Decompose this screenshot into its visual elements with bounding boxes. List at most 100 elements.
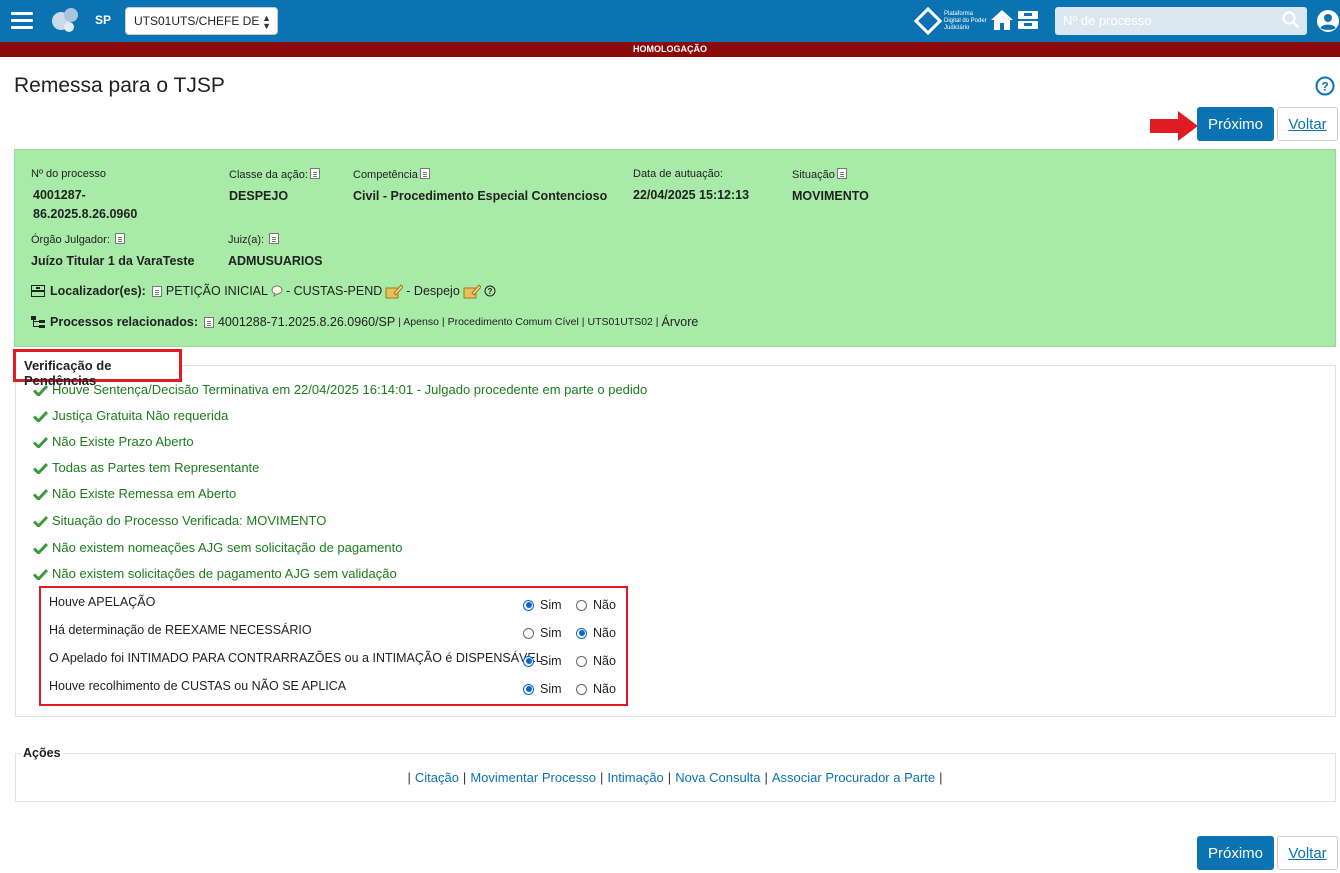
acoes-links: | Citação | Movimentar Processo | Intimação | N… xyxy=(0,770,1340,785)
check-icon xyxy=(33,384,48,396)
radio-circle[interactable] xyxy=(523,599,534,611)
pendencia-text: Todas as Partes tem Representante xyxy=(52,460,260,475)
situacao-value: MOVIMENTO xyxy=(792,189,869,203)
radio-no[interactable]: Não xyxy=(576,654,616,668)
radio-label: Não xyxy=(593,598,616,612)
field-competencia: Competência Civil - Procedimento Especia… xyxy=(353,168,607,206)
related-process-number[interactable]: 4001288-71.2025.8.26.0960/SP xyxy=(218,315,395,329)
pendencia-text: Não existem nomeações AJG sem solicitaçã… xyxy=(52,540,403,555)
separator: | xyxy=(939,770,943,785)
competencia-label: Competência xyxy=(353,169,418,181)
eproc-logo-icon[interactable] xyxy=(52,8,80,34)
radio-label: Não xyxy=(593,626,616,640)
environment-banner: HOMOLOGAÇÃO xyxy=(0,42,1340,57)
radio-circle[interactable] xyxy=(523,627,534,639)
processos-relacionados-row: Processos relacionados: 4001288-71.2025.… xyxy=(31,315,698,329)
search-icon[interactable] xyxy=(1282,11,1300,29)
questions-box: Houve APELAÇÃO Sim Não Há determinação de R… xyxy=(39,586,628,706)
top-bar: SP UTS01UTS/CHEFE DE ▲ ▼ Plataforma Digit… xyxy=(0,0,1340,42)
comment-icon[interactable] xyxy=(271,285,283,297)
select-caret-icon: ▲ ▼ xyxy=(262,13,271,31)
related-location: UTS01UTS02 | xyxy=(587,316,659,328)
pendencia-text: Não existem solicitações de pagamento AJ… xyxy=(52,566,397,581)
radio-yes[interactable]: Sim xyxy=(523,598,562,612)
radio-no[interactable]: Não xyxy=(576,626,616,640)
numero-value-line2[interactable]: 86.2025.8.26.0960 xyxy=(33,205,137,224)
radio-yes[interactable]: Sim xyxy=(523,654,562,668)
help-icon[interactable]: ? xyxy=(1315,76,1335,96)
radio-circle[interactable] xyxy=(576,655,587,667)
field-classe: Classe da ação: DESPEJO xyxy=(229,168,320,206)
help-small-icon[interactable]: ? xyxy=(484,285,496,297)
radio-no[interactable]: Não xyxy=(576,682,616,696)
acao-link[interactable]: Associar Procurador a Parte xyxy=(772,770,935,785)
pendencia-text: Houve Sentença/Decisão Terminativa em 22… xyxy=(52,382,648,397)
profile-select[interactable]: UTS01UTS/CHEFE DE ▲ ▼ xyxy=(125,7,278,35)
radio-label: Sim xyxy=(540,598,562,612)
situacao-label: Situação xyxy=(792,169,835,181)
pdpj-logo-text: Plataforma Digital do Poder Judiciário xyxy=(944,10,987,31)
data-label: Data de autuação: xyxy=(633,168,723,180)
question-row: Há determinação de REEXAME NECESSÁRIO Sim… xyxy=(49,618,619,640)
locator-custas[interactable]: - CUSTAS-PEND xyxy=(286,284,382,298)
pendencia-text: Não Existe Remessa em Aberto xyxy=(52,486,237,501)
home-icon[interactable] xyxy=(990,9,1014,31)
radio-yes[interactable]: Sim xyxy=(523,626,562,640)
document-icon[interactable] xyxy=(836,168,847,179)
edit-locator-icon[interactable] xyxy=(385,283,404,299)
radio-circle[interactable] xyxy=(523,683,534,695)
edit-locator-icon[interactable] xyxy=(463,283,481,299)
acao-link[interactable]: Nova Consulta xyxy=(675,770,760,785)
user-icon[interactable] xyxy=(1316,9,1340,33)
back-button-bottom[interactable]: Voltar xyxy=(1277,836,1338,870)
radio-yes[interactable]: Sim xyxy=(523,682,562,696)
locator-despejo[interactable]: - Despejo xyxy=(406,284,460,298)
process-search-input[interactable] xyxy=(1063,13,1273,28)
numero-label: Nº do processo xyxy=(31,168,106,180)
check-icon xyxy=(33,542,48,554)
radio-circle[interactable] xyxy=(576,627,587,639)
pendencia-text: Situação do Processo Verificada: MOVIMEN… xyxy=(52,513,327,528)
menu-icon[interactable] xyxy=(11,12,33,30)
document-icon[interactable] xyxy=(114,233,125,244)
question-row: Houve recolhimento de CUSTAS ou NÃO SE A… xyxy=(49,674,619,696)
localizador-label: Localizador(es): xyxy=(50,284,146,298)
pendencias-title: Verificação de Pendências xyxy=(13,349,182,388)
document-icon[interactable] xyxy=(269,233,280,244)
check-icon xyxy=(33,568,48,580)
radio-no[interactable]: Não xyxy=(576,598,616,612)
acao-link[interactable]: Citação xyxy=(415,770,459,785)
separator: | xyxy=(407,770,411,785)
locator-peticao[interactable]: PETIÇÃO INICIAL xyxy=(166,284,268,298)
numero-value-line1[interactable]: 4001287- xyxy=(33,186,137,205)
separator: | xyxy=(462,770,467,785)
next-button-bottom[interactable]: Próximo xyxy=(1197,836,1274,870)
field-situacao: Situação MOVIMENTO xyxy=(792,168,869,206)
tree-link[interactable]: Árvore xyxy=(662,315,699,329)
back-button-top[interactable]: Voltar xyxy=(1277,107,1338,141)
check-icon xyxy=(33,488,48,500)
question-text: O Apelado foi INTIMADO PARA CONTRARRAZÕE… xyxy=(49,651,543,665)
radio-circle[interactable] xyxy=(576,683,587,695)
document-icon[interactable] xyxy=(203,316,214,328)
inbox-icon[interactable] xyxy=(1017,10,1039,30)
document-icon[interactable] xyxy=(309,168,320,179)
related-class: Procedimento Comum Cível | xyxy=(447,316,585,328)
radio-circle[interactable] xyxy=(576,599,587,611)
pendencia-item: Situação do Processo Verificada: MOVIMEN… xyxy=(33,513,326,528)
separator: | xyxy=(600,770,604,785)
check-icon xyxy=(33,515,48,527)
next-button-top[interactable]: Próximo xyxy=(1197,107,1274,141)
question-text: Houve APELAÇÃO xyxy=(49,595,156,609)
pendencia-item: Não existem nomeações AJG sem solicitaçã… xyxy=(33,540,402,555)
document-icon[interactable] xyxy=(419,168,430,179)
radio-label: Não xyxy=(593,654,616,668)
acao-link[interactable]: Intimação xyxy=(607,770,663,785)
juiz-label: Juiz(a): xyxy=(228,234,265,246)
acao-link[interactable]: Movimentar Processo xyxy=(470,770,596,785)
field-data: Data de autuação: 22/04/2025 15:12:13 xyxy=(633,168,749,205)
page-title: Remessa para o TJSP xyxy=(14,74,225,97)
separator: | xyxy=(764,770,768,785)
document-icon[interactable] xyxy=(151,285,162,297)
radio-circle[interactable] xyxy=(523,655,534,667)
